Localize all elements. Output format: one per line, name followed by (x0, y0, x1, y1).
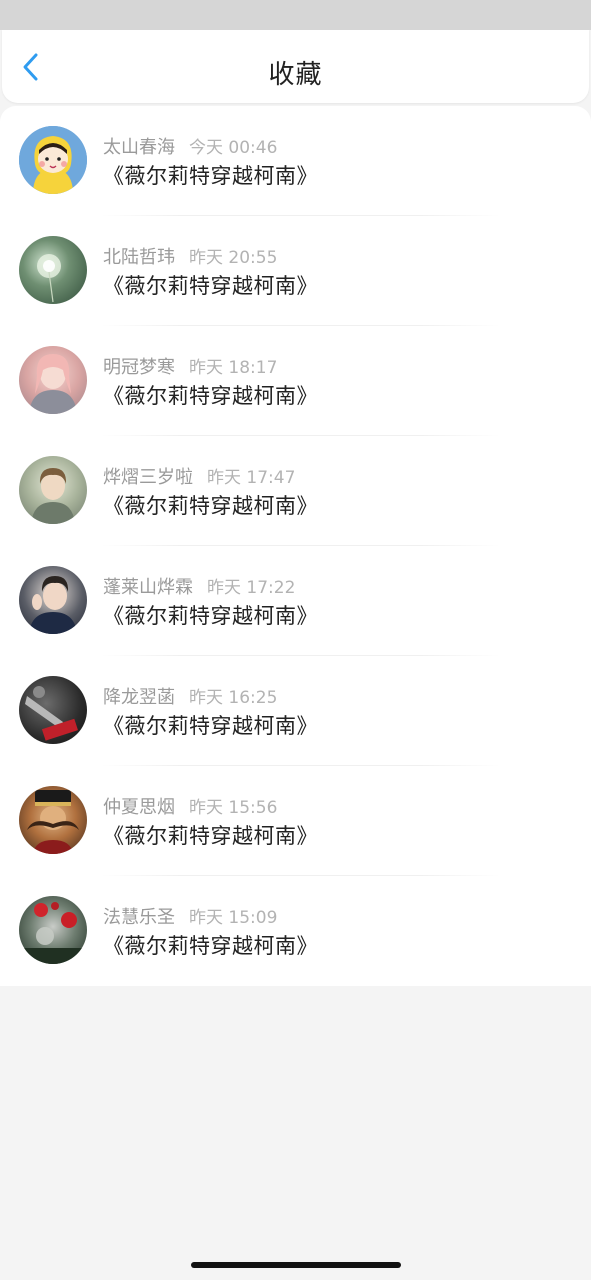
avatar-cartoon-image (19, 126, 87, 194)
status-bar (0, 0, 591, 30)
user-name: 降龙翌菡 (103, 687, 175, 708)
favorites-list: 太山春海 今天 00:46 《薇尔莉特穿越柯南》 北陆哲玮 昨天 20:55 《薇尔… (0, 106, 591, 986)
timestamp: 昨天 15:09 (189, 908, 278, 928)
favorite-meta: 烨熠三岁啦 昨天 17:47 (103, 463, 295, 489)
favorite-meta: 仲夏思烟 昨天 15:56 (103, 793, 277, 819)
avatar[interactable] (19, 236, 87, 304)
page-title: 收藏 (268, 60, 323, 90)
timestamp: 昨天 17:22 (207, 578, 296, 598)
avatar[interactable] (19, 456, 87, 524)
avatar-portrait-image (29, 354, 77, 414)
list-item[interactable]: 太山春海 今天 00:46 《薇尔莉特穿越柯南》 (0, 106, 591, 216)
favorite-title: 《薇尔莉特穿越柯南》 (103, 714, 318, 738)
favorite-title: 《薇尔莉特穿越柯南》 (103, 274, 318, 298)
avatar-flowers-image (19, 902, 87, 964)
avatar[interactable] (19, 786, 87, 854)
nav-bar: 收藏 (2, 30, 589, 103)
list-item[interactable]: 北陆哲玮 昨天 20:55 《薇尔莉特穿越柯南》 (0, 216, 591, 326)
user-name: 太山春海 (103, 137, 175, 158)
timestamp: 昨天 17:47 (207, 468, 296, 488)
list-item[interactable]: 仲夏思烟 昨天 15:56 《薇尔莉特穿越柯南》 (0, 766, 591, 876)
list-item[interactable]: 降龙翌菡 昨天 16:25 《薇尔莉特穿越柯南》 (0, 656, 591, 766)
favorite-title: 《薇尔莉特穿越柯南》 (103, 384, 318, 408)
favorite-meta: 降龙翌菡 昨天 16:25 (103, 683, 277, 709)
avatar-mustache-image (27, 790, 79, 854)
avatar-portrait-image (31, 468, 75, 524)
favorite-meta: 太山春海 今天 00:46 (103, 133, 277, 159)
avatar[interactable] (19, 896, 87, 964)
avatar[interactable] (19, 126, 87, 194)
favorite-title: 《薇尔莉特穿越柯南》 (103, 494, 318, 518)
list-item[interactable]: 烨熠三岁啦 昨天 17:47 《薇尔莉特穿越柯南》 (0, 436, 591, 546)
user-name: 北陆哲玮 (103, 247, 175, 268)
favorite-title: 《薇尔莉特穿越柯南》 (103, 604, 318, 628)
avatar-dandelion-image (37, 254, 61, 303)
timestamp: 昨天 20:55 (189, 248, 278, 268)
favorite-meta: 北陆哲玮 昨天 20:55 (103, 243, 277, 269)
user-name: 烨熠三岁啦 (103, 467, 193, 488)
avatar[interactable] (19, 676, 87, 744)
favorite-meta: 蓬莱山烨霖 昨天 17:22 (103, 573, 295, 599)
user-name: 蓬莱山烨霖 (103, 577, 193, 598)
avatar[interactable] (19, 346, 87, 414)
list-item[interactable]: 法慧乐圣 昨天 15:09 《薇尔莉特穿越柯南》 (0, 876, 591, 986)
favorite-title: 《薇尔莉特穿越柯南》 (103, 824, 318, 848)
list-item[interactable]: 明冠梦寒 昨天 18:17 《薇尔莉特穿越柯南》 (0, 326, 591, 436)
avatar[interactable] (19, 566, 87, 634)
timestamp: 昨天 15:56 (189, 798, 278, 818)
user-name: 明冠梦寒 (103, 357, 175, 378)
favorite-title: 《薇尔莉特穿越柯南》 (103, 934, 318, 958)
home-indicator[interactable] (191, 1262, 401, 1268)
user-name: 法慧乐圣 (103, 907, 175, 928)
avatar-portrait-image (29, 576, 77, 634)
user-name: 仲夏思烟 (103, 797, 175, 818)
timestamp: 昨天 16:25 (189, 688, 278, 708)
timestamp: 昨天 18:17 (189, 358, 278, 378)
favorite-title: 《薇尔莉特穿越柯南》 (103, 164, 318, 188)
favorite-meta: 明冠梦寒 昨天 18:17 (103, 353, 277, 379)
avatar-dark-image (25, 686, 78, 741)
favorite-meta: 法慧乐圣 昨天 15:09 (103, 903, 277, 929)
list-item[interactable]: 蓬莱山烨霖 昨天 17:22 《薇尔莉特穿越柯南》 (0, 546, 591, 656)
timestamp: 今天 00:46 (189, 138, 278, 158)
